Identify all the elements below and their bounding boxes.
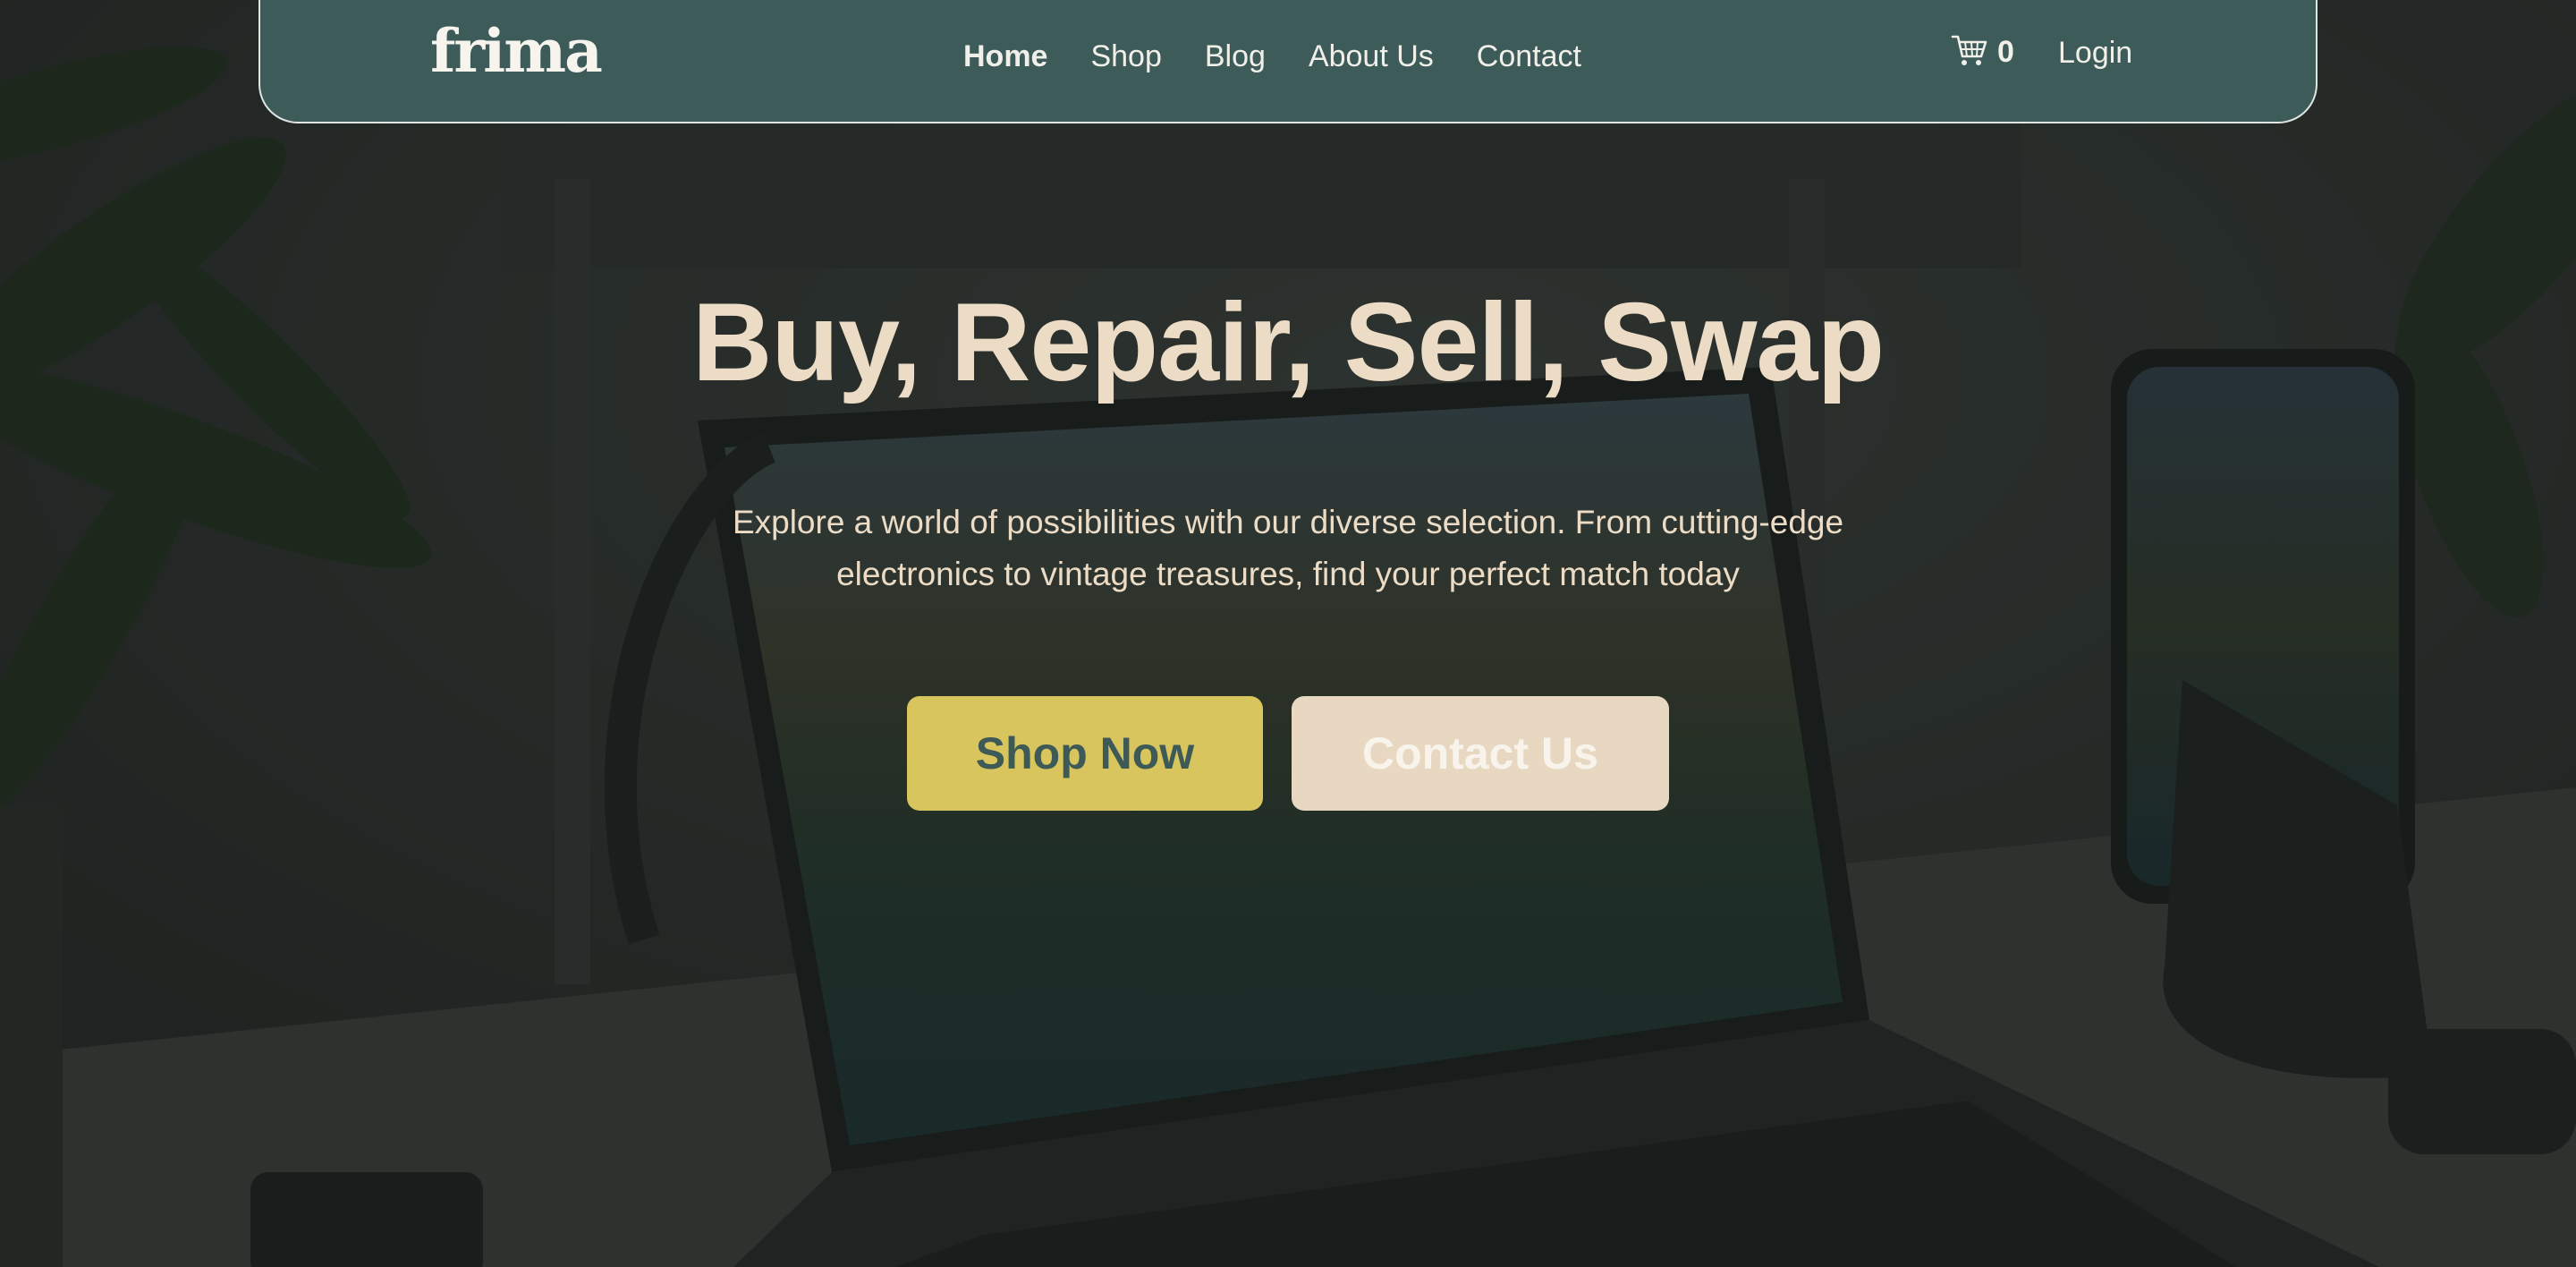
top-navbar: frima Home Shop Blog About Us Contact 0 … xyxy=(258,0,2318,123)
hero-subtitle-line-2: electronics to vintage treasures, find y… xyxy=(836,556,1740,592)
hero-title: Buy, Repair, Sell, Swap xyxy=(691,281,1885,404)
hero-subtitle: Explore a world of possibilities with ou… xyxy=(680,497,1896,600)
nav-item-home[interactable]: Home xyxy=(963,39,1047,74)
nav-item-contact[interactable]: Contact xyxy=(1477,39,1581,74)
contact-us-button[interactable]: Contact Us xyxy=(1292,696,1669,811)
cart-button[interactable]: 0 xyxy=(1951,32,2014,72)
nav-links: Home Shop Blog About Us Contact xyxy=(963,34,1624,79)
brand-logo[interactable]: frima xyxy=(430,21,603,81)
cart-count-badge: 0 xyxy=(1997,35,2014,69)
nav-item-shop[interactable]: Shop xyxy=(1090,39,1161,74)
login-link[interactable]: Login xyxy=(2058,36,2132,71)
page: frima Home Shop Blog About Us Contact 0 … xyxy=(0,0,2576,1267)
nav-item-blog[interactable]: Blog xyxy=(1205,39,1266,74)
hero-subtitle-line-1: Explore a world of possibilities with ou… xyxy=(732,504,1844,540)
nav-item-about-us[interactable]: About Us xyxy=(1309,39,1434,74)
shop-now-button[interactable]: Shop Now xyxy=(907,696,1263,811)
background-overlay xyxy=(0,0,2576,1267)
cart-icon xyxy=(1951,32,1988,72)
